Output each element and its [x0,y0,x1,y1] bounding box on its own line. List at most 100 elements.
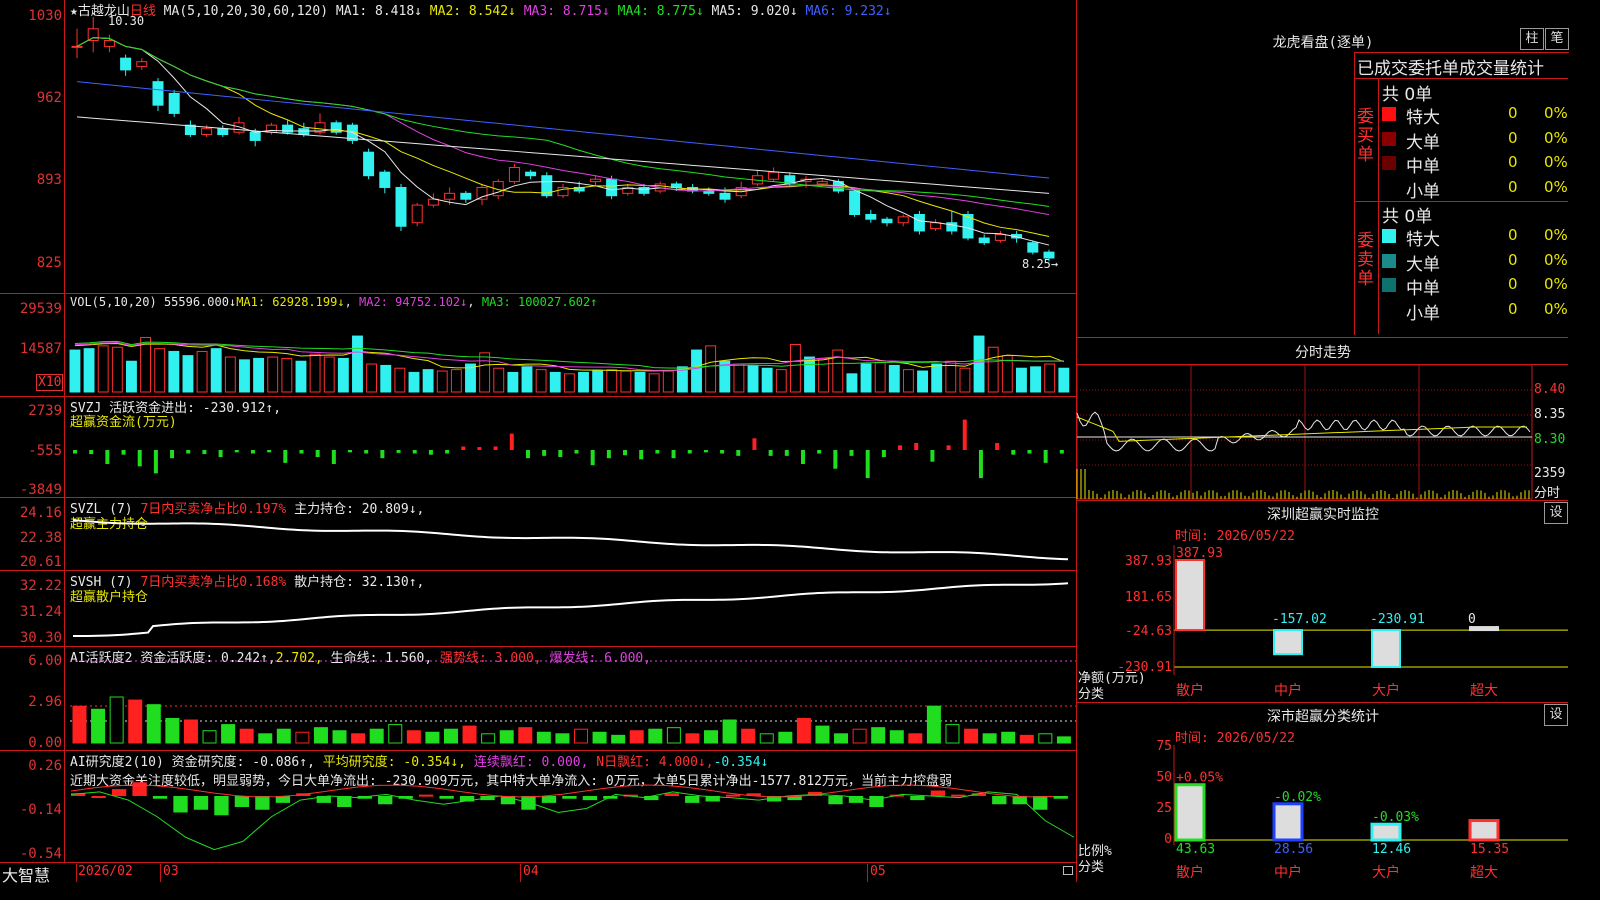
activity-bar [313,727,328,744]
bar-mode-button[interactable]: 柱 [1520,28,1544,50]
activity-bar [611,734,626,744]
candle-body [978,237,990,244]
fl-title: 深市超赢分类统计 [1267,709,1379,725]
candle-body [930,222,942,230]
axis-label: 2739 [28,403,62,419]
divider [1077,500,1568,501]
svsh-chart[interactable] [65,571,1076,646]
axis-label: -555 [28,443,62,459]
candle-body [427,198,439,206]
activity-bar [276,728,291,744]
axis-label: 31.24 [19,604,62,620]
activity-bar [388,724,403,744]
order-row[interactable]: 中单 0 0% [1380,152,1568,177]
research-bar [173,796,188,813]
volume-bar [126,360,137,393]
candle-body [881,218,893,224]
volume-bar [493,367,505,393]
svzj-bar [509,433,514,450]
axis-label: 30.30 [19,630,62,646]
date-label: 05 [870,864,886,879]
axis-label: 893 [36,172,62,188]
fl-change-label: -0.02% [1274,790,1321,805]
axis-label: 825 [36,255,62,271]
svzj-bar [234,450,239,453]
volume-bar [620,370,632,393]
color-swatch [1382,131,1396,146]
order-row[interactable]: 小单 0 0% [1380,177,1568,202]
activity-bar [1056,736,1071,744]
activity-bar [666,727,681,744]
candle-body [849,190,861,216]
fl-axis: 0 [1164,832,1172,847]
divider [1077,702,1568,703]
order-row[interactable]: 大单 0 0% [1380,250,1568,275]
volume-bar [917,370,928,393]
order-pct: 0% [1544,250,1568,269]
activity-bar [425,731,440,744]
volume-bar [337,357,349,393]
order-type: 中单 [1406,279,1440,299]
order-type: 大单 [1406,254,1440,275]
svzj-bar [267,450,272,453]
fl-chart[interactable]: +0.05% 43.63 散户 -0.02% 28.56 中户 -0.03% 12.46 大户 1… [1173,745,1568,882]
activity-bar [165,717,180,744]
fl-bar [1174,783,1206,842]
volume-bar [154,348,166,393]
price-line [1076,411,1531,452]
volume-chart[interactable] [65,296,1076,396]
aires-chart[interactable] [65,751,1076,862]
volume-bar [804,356,815,393]
order-row[interactable]: 小单 0 0% [1380,299,1568,324]
order-row[interactable]: 大单 0 0% [1380,128,1568,153]
research-bar [582,796,598,801]
svzj-bar [881,450,886,458]
category-label: 超大 [1470,683,1498,699]
lock-icon[interactable] [1063,866,1073,875]
fl-bar [1468,819,1500,842]
volume-bar [648,373,660,393]
activity-bar [815,725,830,744]
research-bar [664,793,679,796]
research-bar [439,796,454,799]
activity-bar [741,728,756,744]
candle-body [589,178,601,183]
candle-body [217,128,229,136]
fl-settings-button[interactable]: 设 [1544,704,1568,726]
research-bar [685,796,700,803]
candle-body [525,171,537,177]
order-count: 0 [1508,104,1518,122]
svzj-bar [946,445,951,450]
svzj-chart[interactable] [65,397,1076,497]
svzj-bar [671,450,676,459]
svzj-bar [768,450,773,456]
sz-settings-button[interactable]: 设 [1544,502,1568,524]
svzj-bar [784,450,789,456]
color-swatch [1382,229,1396,243]
aiact-chart[interactable] [65,647,1076,750]
sz-bar [1273,629,1303,656]
order-row[interactable]: 中单 0 0% [1380,274,1568,299]
brand-logo[interactable]: 大智慧 [2,862,50,886]
fl-value-label: 28.56 [1274,842,1313,857]
volume-bar [535,369,547,393]
order-row[interactable]: 特大 0 0% [1380,103,1568,128]
candle-chart[interactable] [65,0,1076,293]
divider [1354,78,1568,79]
svzj-bar [1059,450,1064,454]
svzl-chart[interactable] [65,498,1076,570]
volume-bar [1001,355,1013,393]
svzj-bar [574,450,579,454]
intraday-chart[interactable] [1076,364,1533,500]
activity-bar [648,728,663,744]
sz-chart[interactable]: 387.93 散户 -157.02 中户 -230.91 大户 0 超大 [1173,545,1568,700]
fl-change-label: +0.05% [1176,771,1223,786]
volume-bar [69,349,81,393]
svzj-bar [170,450,175,459]
candle-body [768,171,780,180]
tick-mode-button[interactable]: 笔 [1545,28,1569,50]
activity-bar [499,730,514,744]
candle-body [201,128,213,136]
svzj-bar [525,450,530,459]
order-row[interactable]: 特大 0 0% [1380,225,1568,250]
